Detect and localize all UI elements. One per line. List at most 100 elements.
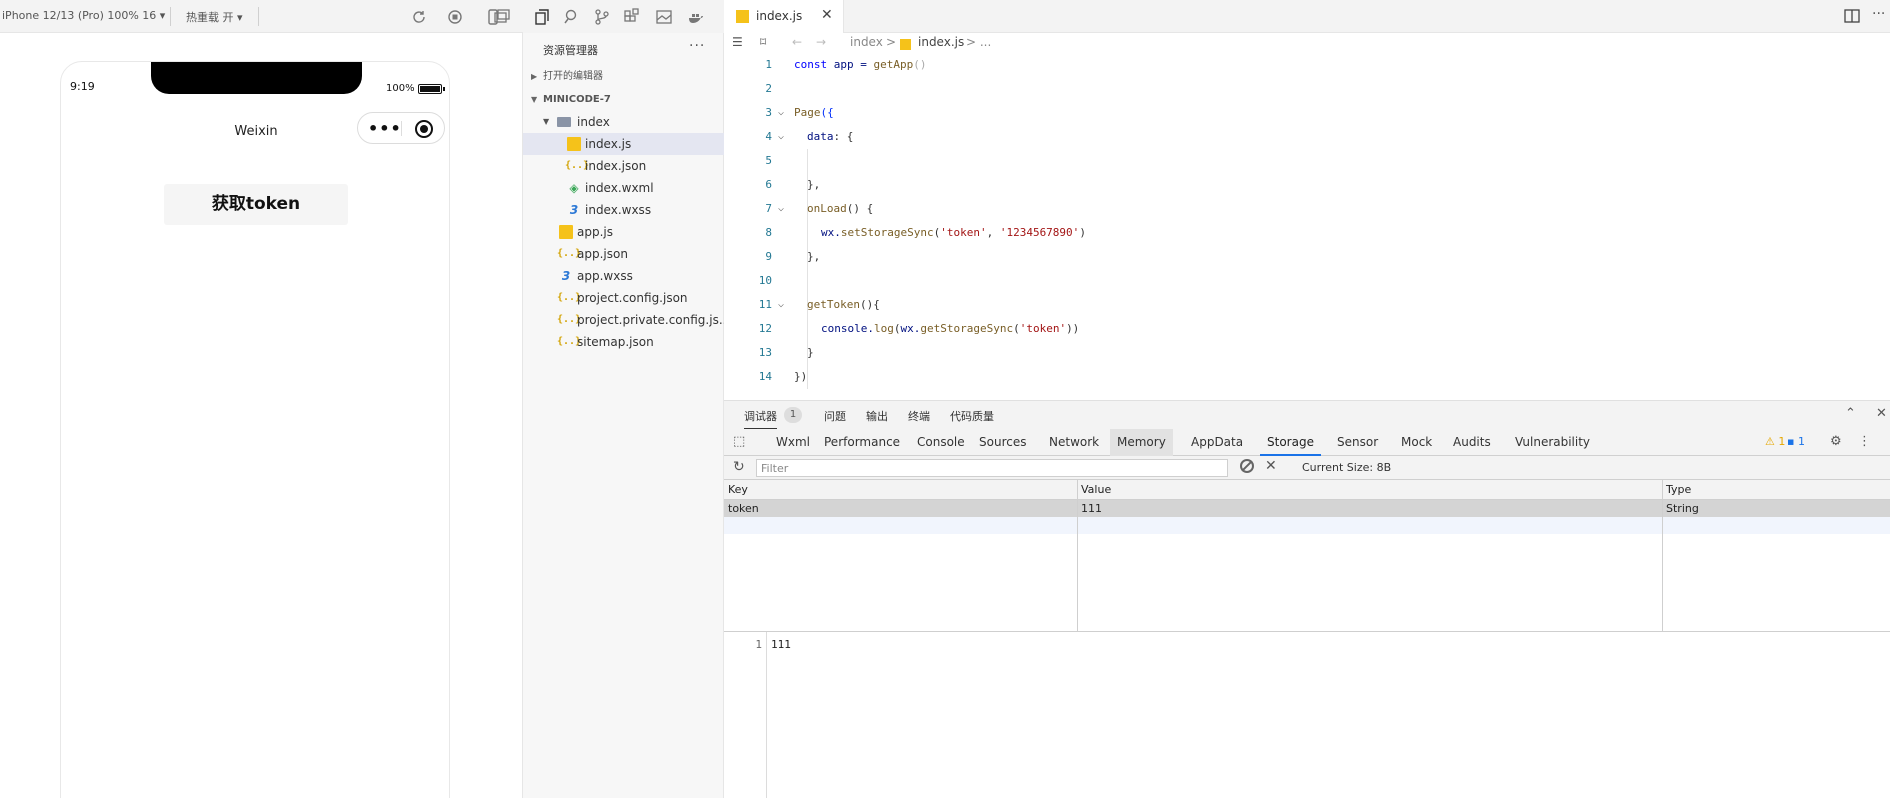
close-target-icon[interactable] <box>415 120 433 138</box>
nav-forward-icon[interactable]: → <box>816 35 826 49</box>
close-panel-icon[interactable]: ✕ <box>1876 406 1887 421</box>
code-line: 13} <box>758 346 814 359</box>
devtab-mock[interactable]: Mock <box>1394 429 1439 456</box>
tree-file-app-js[interactable]: app.js <box>523 221 724 243</box>
table-row[interactable] <box>724 500 1890 517</box>
devtab-network[interactable]: Network <box>1042 429 1106 456</box>
nav-back-icon[interactable]: ← <box>792 35 802 49</box>
devtab-appdata[interactable]: AppData <box>1184 429 1250 456</box>
project-section[interactable]: ▼ MINICODE-7 <box>523 90 724 110</box>
tree-file-index-json[interactable]: {..} index.json <box>523 155 724 177</box>
code-area[interactable]: 1 const app = getApp() 2 3 ⌵ Page({ 4 ⌵ data:… <box>724 53 1890 400</box>
json-file-icon: {..} <box>557 314 582 325</box>
devtab-vulnerability[interactable]: Vulnerability <box>1508 429 1597 456</box>
cell-key[interactable]: token <box>724 500 759 517</box>
hot-reload-toggle[interactable]: 热重载 开 ▾ <box>186 9 243 25</box>
split-editor-icon[interactable] <box>1844 9 1860 23</box>
warning-count[interactable]: ⚠ 1 <box>1765 435 1785 448</box>
devtab-storage[interactable]: Storage <box>1260 429 1321 456</box>
tree-item-label: app.js <box>577 225 613 239</box>
editor-more-icon[interactable]: ··· <box>1872 6 1885 22</box>
code-line: 6}, <box>765 178 821 191</box>
js-file-icon <box>567 137 581 151</box>
code-line: 8 wx.setStorageSync('token', '1234567890'… <box>765 226 1086 239</box>
fold-icon[interactable]: ⌵ <box>778 197 784 221</box>
collapse-panel-icon[interactable]: ⌃ <box>1845 406 1856 421</box>
stop-icon[interactable] <box>446 8 464 26</box>
tree-file-index-wxss[interactable]: 3 index.wxss <box>523 199 724 221</box>
filter-input[interactable] <box>756 459 1228 477</box>
image-icon[interactable] <box>655 8 673 26</box>
column-header-type[interactable]: Type <box>1662 480 1890 500</box>
devtab-memory[interactable]: Memory <box>1110 429 1173 456</box>
open-editors-label: 打开的编辑器 <box>543 71 603 82</box>
settings-icon[interactable]: ⚙ <box>1830 434 1842 449</box>
column-divider[interactable] <box>1077 480 1078 632</box>
tab-terminal[interactable]: 终端 <box>908 408 930 424</box>
devtab-console[interactable]: Console <box>910 429 972 456</box>
tree-file-app-json[interactable]: {..} app.json <box>523 243 724 265</box>
fold-icon[interactable]: ⌵ <box>778 293 784 317</box>
breadcrumb-file[interactable]: index.js <box>918 35 964 49</box>
fold-icon[interactable]: ⌵ <box>778 125 784 149</box>
column-divider[interactable] <box>1662 480 1663 632</box>
panel-tab-bar: 调试器 1 问题 输出 终端 代码质量 ⌃ ✕ <box>724 401 1890 429</box>
json-file-icon: {..} <box>557 292 582 303</box>
devtab-audits[interactable]: Audits <box>1446 429 1498 456</box>
expanded-caret-icon: ▼ <box>531 95 538 104</box>
docker-icon[interactable] <box>687 8 705 26</box>
devtab-performance[interactable]: Performance <box>817 429 907 456</box>
tab-index-js[interactable]: index.js ✕ <box>724 0 844 33</box>
tree-file-project-private-config[interactable]: {..} project.private.config.js... <box>523 309 730 331</box>
breadcrumb-folder[interactable]: index <box>850 35 883 49</box>
column-header-key[interactable]: Key <box>724 480 1077 500</box>
delete-selected-icon[interactable]: ✕ <box>1265 458 1277 474</box>
files-icon[interactable] <box>533 8 551 26</box>
devtab-wxml[interactable]: Wxml <box>769 429 817 456</box>
tree-file-project-config[interactable]: {..} project.config.json <box>523 287 724 309</box>
fold-icon[interactable]: ⌵ <box>778 101 784 125</box>
tree-file-sitemap[interactable]: {..} sitemap.json <box>523 331 724 353</box>
tab-label: index.js <box>756 9 803 23</box>
devtab-sensor[interactable]: Sensor <box>1330 429 1385 456</box>
cell-value[interactable]: 111 <box>1077 500 1102 517</box>
info-count[interactable]: ▪ 1 <box>1787 435 1805 448</box>
devtools-more-icon[interactable]: ⋮ <box>1858 434 1871 449</box>
tree-item-label: index.wxss <box>585 203 652 217</box>
window-icon[interactable] <box>493 8 511 26</box>
clear-all-icon[interactable] <box>1240 459 1254 473</box>
code-line: 2 <box>765 82 772 95</box>
refresh-icon[interactable] <box>410 8 428 26</box>
tab-debugger[interactable]: 调试器 <box>744 408 777 429</box>
device-selector[interactable]: iPhone 12/13 (Pro) 100% 16 ▾ <box>2 9 165 22</box>
devtab-sources[interactable]: Sources <box>972 429 1033 456</box>
preview-value[interactable]: 111 <box>771 638 791 651</box>
close-tab-icon[interactable]: ✕ <box>821 7 833 23</box>
js-file-icon <box>559 225 573 239</box>
get-token-button[interactable]: 获取token <box>164 184 348 225</box>
tree-folder-index[interactable]: ▼ index <box>523 111 724 133</box>
more-dots-icon[interactable]: ••• <box>368 119 402 138</box>
open-editors-section[interactable]: ▶ 打开的编辑器 <box>523 67 724 87</box>
debugger-badge: 1 <box>784 407 802 423</box>
explorer-more-icon[interactable]: ··· <box>689 38 705 54</box>
refresh-icon[interactable]: ↻ <box>733 459 745 475</box>
extensions-icon[interactable] <box>623 8 641 26</box>
json-file-icon: {..} <box>557 336 582 347</box>
tab-output[interactable]: 输出 <box>866 408 888 424</box>
tree-file-index-wxml[interactable]: ◈ index.wxml <box>523 177 724 199</box>
tab-code-quality[interactable]: 代码质量 <box>950 408 994 424</box>
column-header-value[interactable]: Value <box>1077 480 1662 500</box>
tree-file-app-wxss[interactable]: 3 app.wxss <box>523 265 724 287</box>
tree-file-index-js[interactable]: index.js <box>523 133 724 155</box>
empty-table-row[interactable] <box>724 517 1890 534</box>
tab-problems[interactable]: 问题 <box>824 408 846 424</box>
inspect-element-icon[interactable]: ⬚ <box>733 434 745 449</box>
code-line: 1 const app = getApp() <box>765 58 927 71</box>
preview-gutter <box>766 632 767 798</box>
source-control-icon[interactable] <box>593 8 611 26</box>
bookmark-icon[interactable]: ⌑ <box>760 35 766 49</box>
outline-icon[interactable]: ☰ <box>732 35 743 49</box>
search-icon[interactable] <box>563 8 581 26</box>
cell-type[interactable]: String <box>1662 500 1699 517</box>
